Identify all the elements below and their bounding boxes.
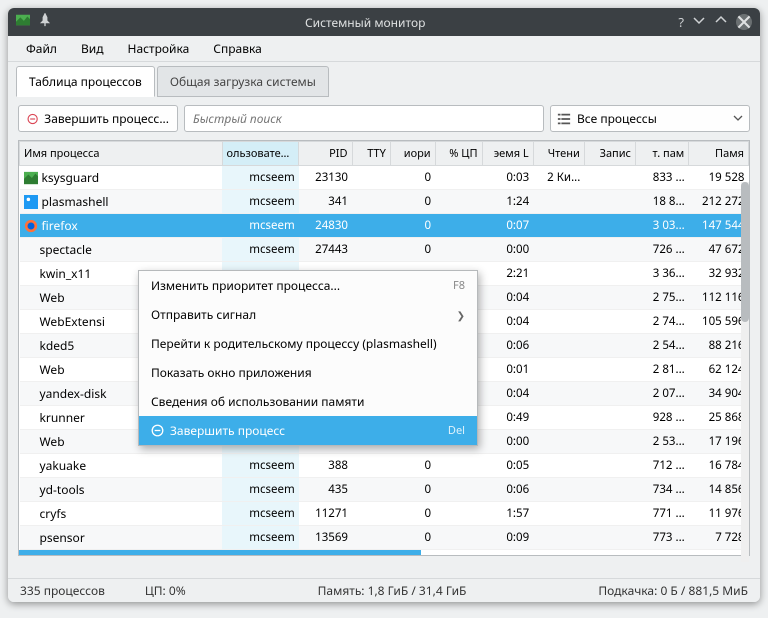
vertical-scrollbar[interactable] [741,182,749,562]
column-header[interactable]: т. пам [635,142,688,166]
menu-settings[interactable]: Настройка [118,37,200,60]
tab-bar: Таблица процессов Общая загрузка системы [8,62,760,97]
column-header[interactable]: Памя [689,142,749,166]
column-header[interactable]: PID [299,142,352,166]
close-icon[interactable] [736,14,752,30]
table-row[interactable]: yakuakemcseem38800:05712 ...16 784 [20,454,749,478]
table-header[interactable]: Имя процессаользовател ▼PIDTTYиори% ЦПэе… [20,142,749,166]
app-window: Системный монитор ? Файл Вид Настройка С… [8,8,760,602]
titlebar: Системный монитор ? [8,8,760,36]
help-icon[interactable]: ? [678,13,684,31]
end-process-button[interactable]: Завершить процесс... [18,105,178,132]
menu-file[interactable]: Файл [16,37,67,60]
tab-system-load[interactable]: Общая загрузка системы [157,66,329,97]
list-icon [557,112,571,126]
context-menu-item[interactable]: Перейти к родительскому процессу (plasma… [139,329,477,358]
table-row[interactable]: yd-toolsmcseem43500:06734 ...14 856 [20,478,749,502]
column-header[interactable]: ользовател ▼ [222,142,299,166]
column-header[interactable]: эемя L [482,142,533,166]
pin-icon[interactable] [38,13,52,31]
app-menu-icon[interactable] [16,13,30,31]
status-processes: 335 процессов [20,582,105,599]
table-row[interactable]: plasmashellmcseem34101:2418 8...212 272 [20,190,749,214]
context-menu-item[interactable]: Показать окно приложения [139,358,477,387]
horizontal-scroll-indicator [19,550,421,555]
window-title: Системный монитор [52,14,678,31]
minimize-icon[interactable] [692,13,706,31]
column-header[interactable]: Имя процесса [20,142,223,166]
tab-process-table[interactable]: Таблица процессов [16,66,155,97]
table-row[interactable]: cryfsmcseem1127101:57771 ...11 976 [20,502,749,526]
menu-help[interactable]: Справка [203,37,272,60]
table-row[interactable]: spectaclemcseem2744300:00726 ...47 672 [20,238,749,262]
statusbar: 335 процессов ЦП: 0% Память: 1,8 ГиБ / 3… [8,578,760,602]
status-cpu: ЦП: 0% [145,582,186,599]
stop-icon [27,112,38,126]
table-row[interactable]: firefoxmcseem2483000:073 03...147 544 [20,214,749,238]
filter-dropdown[interactable]: Все процессы [550,105,750,132]
context-menu-item[interactable]: Отправить сигнал❯ [139,300,477,329]
context-menu: Изменить приоритет процесса...F8Отправит… [138,270,478,446]
column-header[interactable]: иори [390,142,435,166]
maximize-icon[interactable] [714,13,728,31]
context-menu-item[interactable]: Завершить процессDel [139,416,477,445]
filter-label: Все процессы [577,110,657,127]
chevron-down-icon [733,110,743,127]
table-row[interactable]: ksysguardmcseem2313000:032 Ки...833 ...1… [20,166,749,190]
menubar: Файл Вид Настройка Справка [8,36,760,62]
column-header[interactable]: Чтени [533,142,584,166]
column-header[interactable]: % ЦП [435,142,482,166]
toolbar: Завершить процесс... Все процессы [8,97,760,140]
status-swap: Подкачка: 0 Б / 881,5 МиБ [598,582,748,599]
context-menu-item[interactable]: Изменить приоритет процесса...F8 [139,271,477,300]
table-row[interactable]: psensormcseem1356900:09773 ...7 728 [20,526,749,550]
column-header[interactable]: TTY [352,142,390,166]
status-memory: Память: 1,8 ГиБ / 31,4 ГиБ [318,582,467,599]
context-menu-item[interactable]: Сведения об использовании памяти [139,387,477,416]
search-input[interactable] [184,105,544,132]
column-header[interactable]: Запис [584,142,635,166]
end-process-label: Завершить процесс... [44,110,169,127]
menu-view[interactable]: Вид [71,37,114,60]
